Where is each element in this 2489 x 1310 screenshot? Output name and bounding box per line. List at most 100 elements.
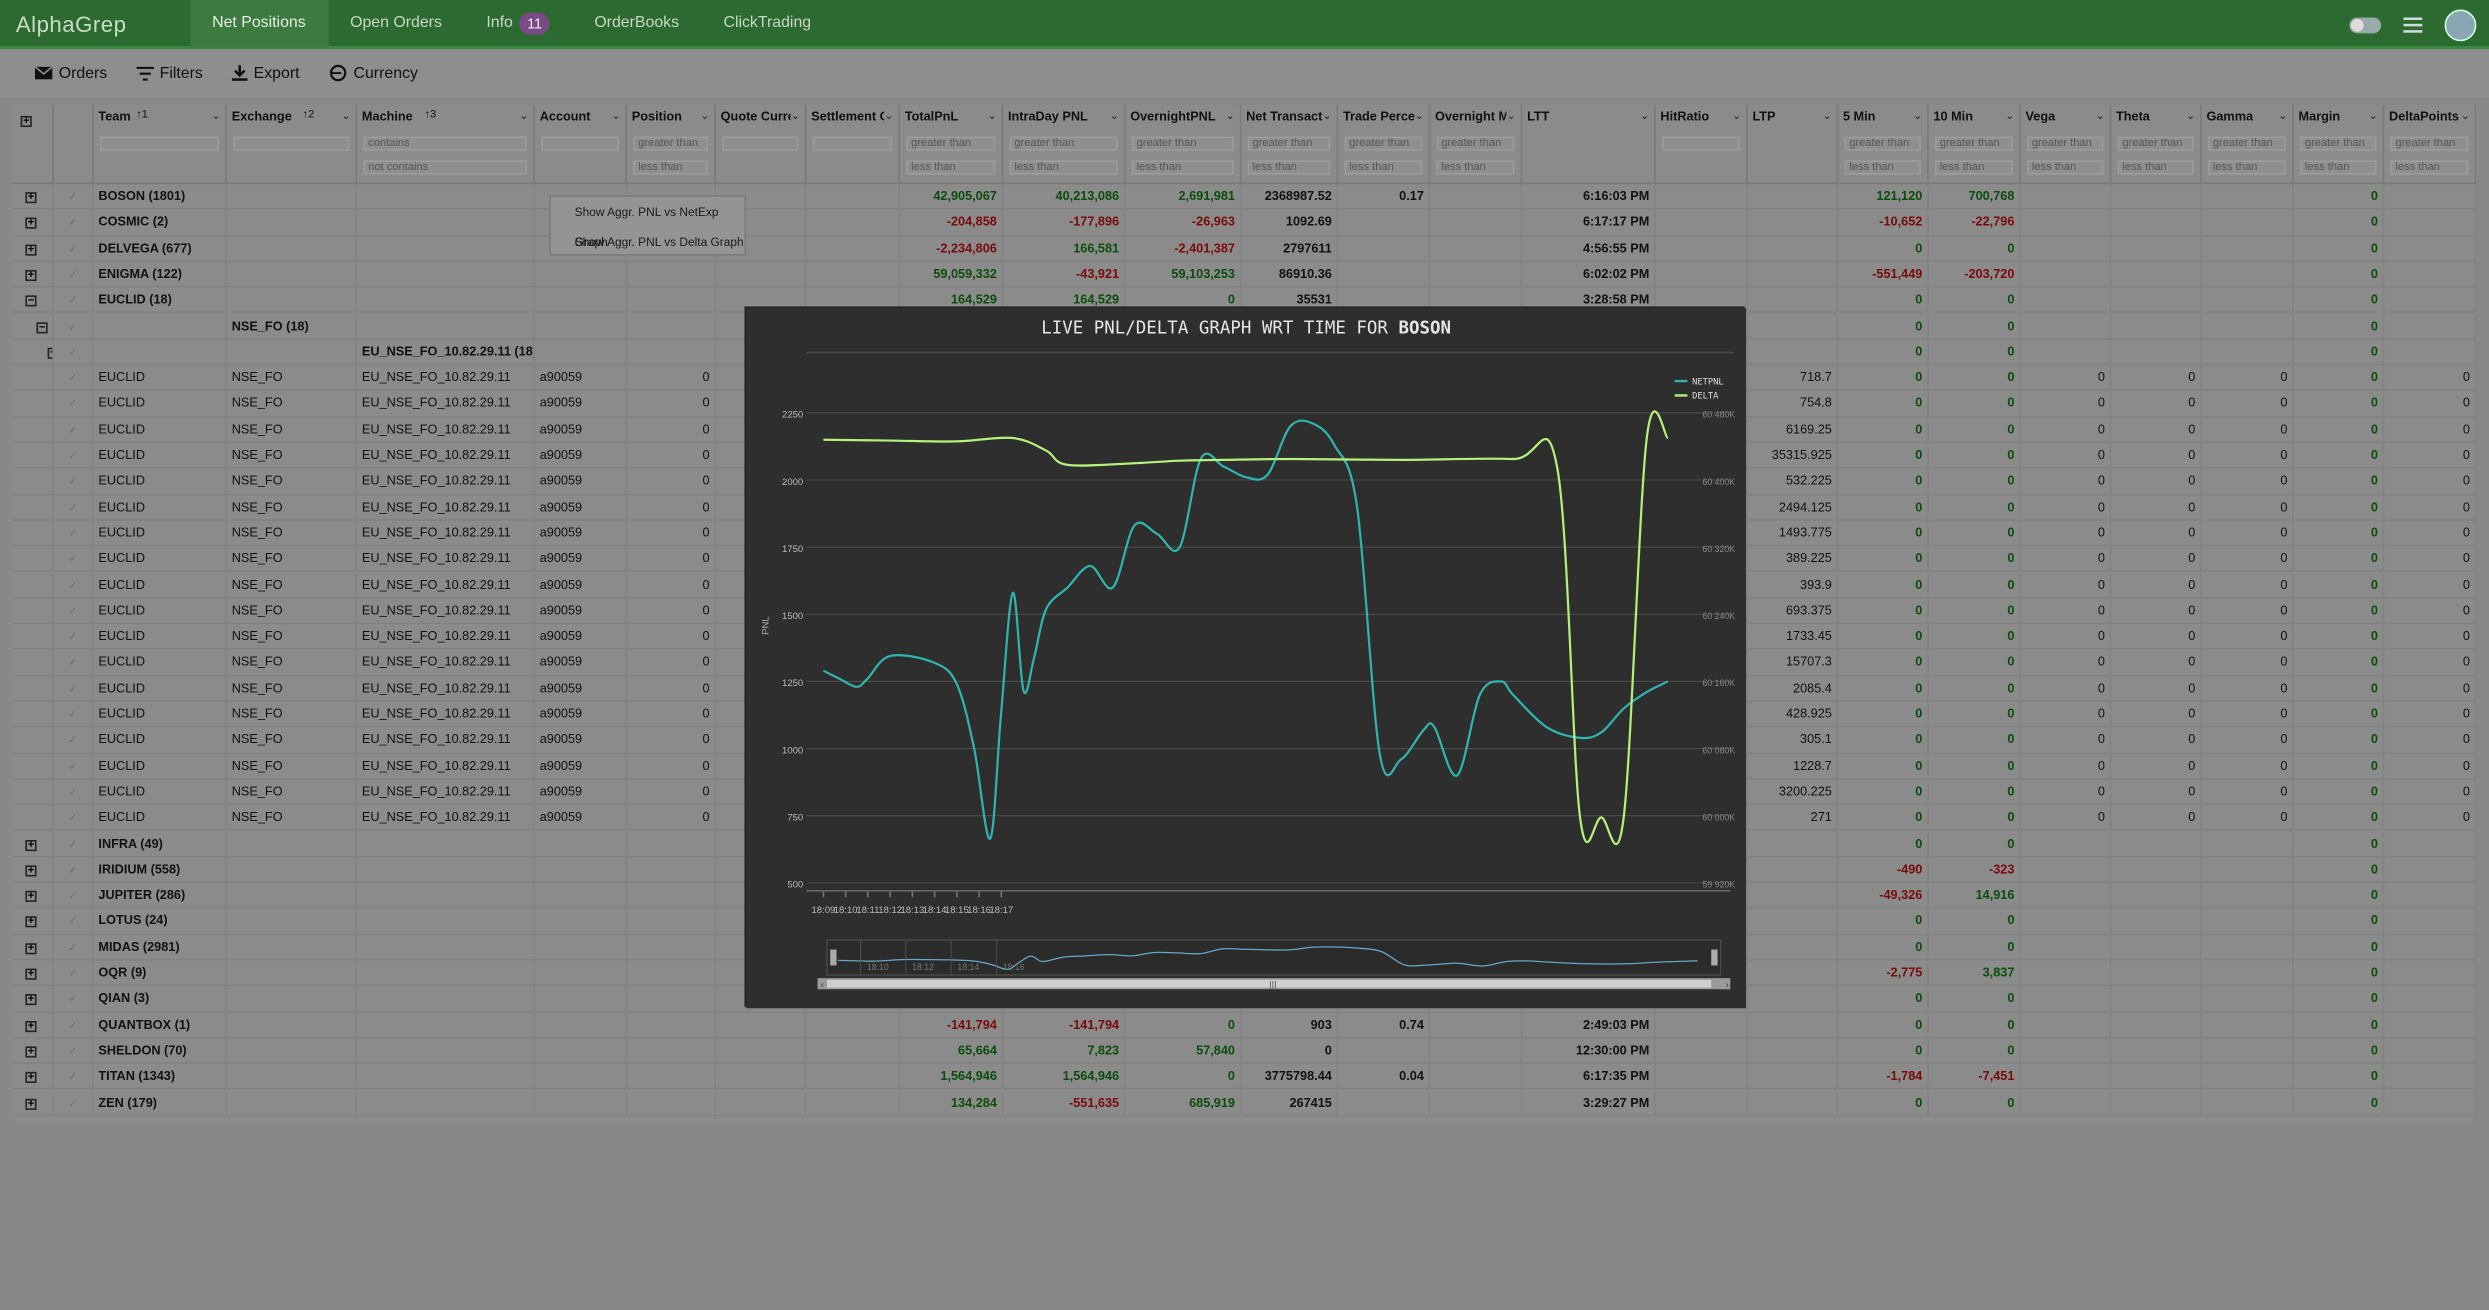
expand-icon[interactable]: + <box>25 890 37 903</box>
column-filter-input[interactable]: greater than <box>2390 136 2469 151</box>
row-check-cell[interactable]: ✓ <box>54 1038 94 1064</box>
row-check-cell[interactable]: ✓ <box>54 857 94 883</box>
expand-icon[interactable]: + <box>25 1020 37 1032</box>
column-header-9[interactable]: OvernightPNL ⌄ greater than less than <box>1125 104 1242 185</box>
row-check-cell[interactable]: ✓ <box>54 184 94 210</box>
expand-icon[interactable]: + <box>25 839 37 851</box>
column-filter-input[interactable]: less than <box>2117 160 2194 175</box>
column-menu-icon[interactable]: ⌄ <box>611 110 620 122</box>
check-icon[interactable]: ✓ <box>68 399 77 410</box>
column-filter-input[interactable]: less than <box>2390 160 2469 175</box>
export-button[interactable]: Export <box>231 64 300 82</box>
collapse-icon[interactable]: − <box>25 295 37 307</box>
column-filter-input[interactable]: greater than <box>1436 136 1515 151</box>
row-check-cell[interactable]: ✓ <box>54 908 94 935</box>
menu-item-netexp-graph[interactable]: Show Aggr. PNL vs NetExp Graph <box>551 197 745 249</box>
expand-cell[interactable]: + <box>13 1038 54 1064</box>
row-check-cell[interactable]: ✓ <box>54 1064 94 1090</box>
expand-cell[interactable] <box>13 520 54 547</box>
row-check-cell[interactable]: ✓ <box>54 701 94 728</box>
row-check-cell[interactable]: ✓ <box>54 365 94 391</box>
expand-cell[interactable]: + <box>13 1012 54 1038</box>
column-filter-input[interactable]: greater than <box>1247 136 1331 151</box>
brand-logo[interactable]: AlphaGrep <box>0 10 142 35</box>
column-filter-input[interactable]: greater than <box>906 136 996 151</box>
tab-orderbooks[interactable]: OrderBooks <box>572 0 701 48</box>
filters-button[interactable]: Filters <box>135 64 203 82</box>
column-menu-icon[interactable]: ⌄ <box>700 110 709 122</box>
expand-cell[interactable] <box>13 598 54 624</box>
expand-cell[interactable]: + <box>13 184 54 210</box>
row-check-cell[interactable]: ✓ <box>54 1012 94 1038</box>
check-icon[interactable]: ✓ <box>68 554 77 565</box>
tab-open-orders[interactable]: Open Orders <box>328 0 464 48</box>
expand-cell[interactable] <box>13 727 54 754</box>
column-header-0[interactable]: Team ↑1 ⌄ <box>94 104 227 185</box>
expand-cell[interactable]: − <box>13 313 54 340</box>
column-filter-input[interactable]: greater than <box>1935 136 2013 151</box>
tab-info[interactable]: Info 11 <box>464 0 572 48</box>
expand-icon[interactable]: + <box>25 1098 37 1110</box>
check-icon[interactable]: ✓ <box>68 813 77 824</box>
column-menu-icon[interactable]: ⌄ <box>2096 110 2105 122</box>
column-header-12[interactable]: Overnight M: ⌄ greater than less than <box>1430 104 1523 185</box>
column-filter-input[interactable]: greater than <box>2208 136 2286 151</box>
column-menu-icon[interactable]: ⌄ <box>1732 110 1741 122</box>
group-row-sheldon[interactable]: + ✓ SHELDON (70) 65,664 7,823 57,840 0 12:30:00… <box>12 1038 2477 1065</box>
group-row-delvega[interactable]: + ✓ DELVEGA (677) -2,234,806 166,581 -2,401,3… <box>12 235 2477 262</box>
row-check-cell[interactable]: ✓ <box>54 235 94 262</box>
expand-cell[interactable]: + <box>13 986 54 1012</box>
row-check-cell[interactable]: ✓ <box>54 261 94 288</box>
row-check-cell[interactable]: ✓ <box>54 468 94 495</box>
row-check-cell[interactable]: ✓ <box>54 391 94 417</box>
expand-cell[interactable] <box>13 753 54 780</box>
column-filter-input[interactable]: less than <box>1844 160 1921 175</box>
expand-icon[interactable]: + <box>25 269 37 281</box>
check-icon[interactable]: ✓ <box>68 839 77 850</box>
column-header-6[interactable]: Settlement Cu⌄ <box>806 104 901 185</box>
check-icon[interactable]: ✓ <box>68 1098 77 1109</box>
expand-cell[interactable] <box>13 546 54 572</box>
group-row-zen[interactable]: + ✓ ZEN (179) 134,284 -551,635 685,919 267415 3… <box>12 1090 2477 1116</box>
column-filter-input[interactable]: greater than <box>1009 136 1118 151</box>
row-check-cell[interactable]: ✓ <box>54 675 94 702</box>
column-header-15[interactable]: LTP ⌄ <box>1748 104 1839 185</box>
orders-button[interactable]: Orders <box>34 64 107 82</box>
expand-cell[interactable]: + <box>13 235 54 262</box>
expand-cell[interactable]: + <box>13 934 54 961</box>
row-check-cell[interactable]: ✓ <box>54 727 94 754</box>
column-filter-input[interactable] <box>100 136 220 151</box>
row-check-cell[interactable]: ✓ <box>54 883 94 909</box>
row-check-cell[interactable]: ✓ <box>54 210 94 236</box>
expand-cell[interactable] <box>13 650 54 676</box>
row-check-cell[interactable]: ✓ <box>54 494 94 521</box>
expand-icon[interactable]: + <box>25 1072 37 1084</box>
column-filter-input[interactable]: not contains <box>363 160 528 175</box>
column-header-7[interactable]: TotalPnL ⌄ greater than less than <box>900 104 1004 185</box>
menu-item-delta-graph[interactable]: Show Aggr. PNL vs Delta Graph <box>551 227 745 257</box>
column-header-16[interactable]: 5 Min ⌄ greater than less than <box>1838 104 1929 185</box>
column-menu-icon[interactable]: ⌄ <box>1913 110 1922 122</box>
row-check-cell[interactable]: ✓ <box>54 313 94 340</box>
column-menu-icon[interactable]: ⌄ <box>1226 110 1235 122</box>
menu-icon[interactable] <box>2403 17 2423 33</box>
expand-icon[interactable]: + <box>25 968 37 980</box>
check-icon[interactable]: ✓ <box>68 917 77 928</box>
column-menu-icon[interactable]: ⌄ <box>988 110 997 122</box>
column-menu-icon[interactable]: ⌄ <box>884 110 893 122</box>
row-check-cell[interactable]: ✓ <box>54 986 94 1012</box>
check-icon[interactable]: ✓ <box>68 865 77 876</box>
group-row-enigma[interactable]: + ✓ ENIGMA (122) 59,059,332 -43,921 59,103,25… <box>12 261 2477 288</box>
expand-icon[interactable]: + <box>25 1046 37 1058</box>
column-filter-input[interactable]: greater than <box>1344 136 1423 151</box>
row-check-cell[interactable]: ✓ <box>54 572 94 598</box>
column-header-20[interactable]: Gamma ⌄ greater than less than <box>2202 104 2294 185</box>
column-menu-icon[interactable]: ⌄ <box>211 110 220 122</box>
column-filter-input[interactable] <box>812 136 893 151</box>
expand-cell[interactable]: + <box>13 1064 54 1090</box>
column-menu-icon[interactable]: ⌄ <box>1110 110 1119 122</box>
tab-net-positions[interactable]: Net Positions <box>189 0 328 48</box>
expand-icon[interactable]: + <box>25 865 37 877</box>
group-row-titan[interactable]: + ✓ TITAN (1343) 1,564,946 1,564,946 0 3775798… <box>12 1064 2477 1091</box>
group-row-boson[interactable]: + ✓ BOSON (1801) 42,905,067 40,213,086 2,691,… <box>12 184 2477 211</box>
